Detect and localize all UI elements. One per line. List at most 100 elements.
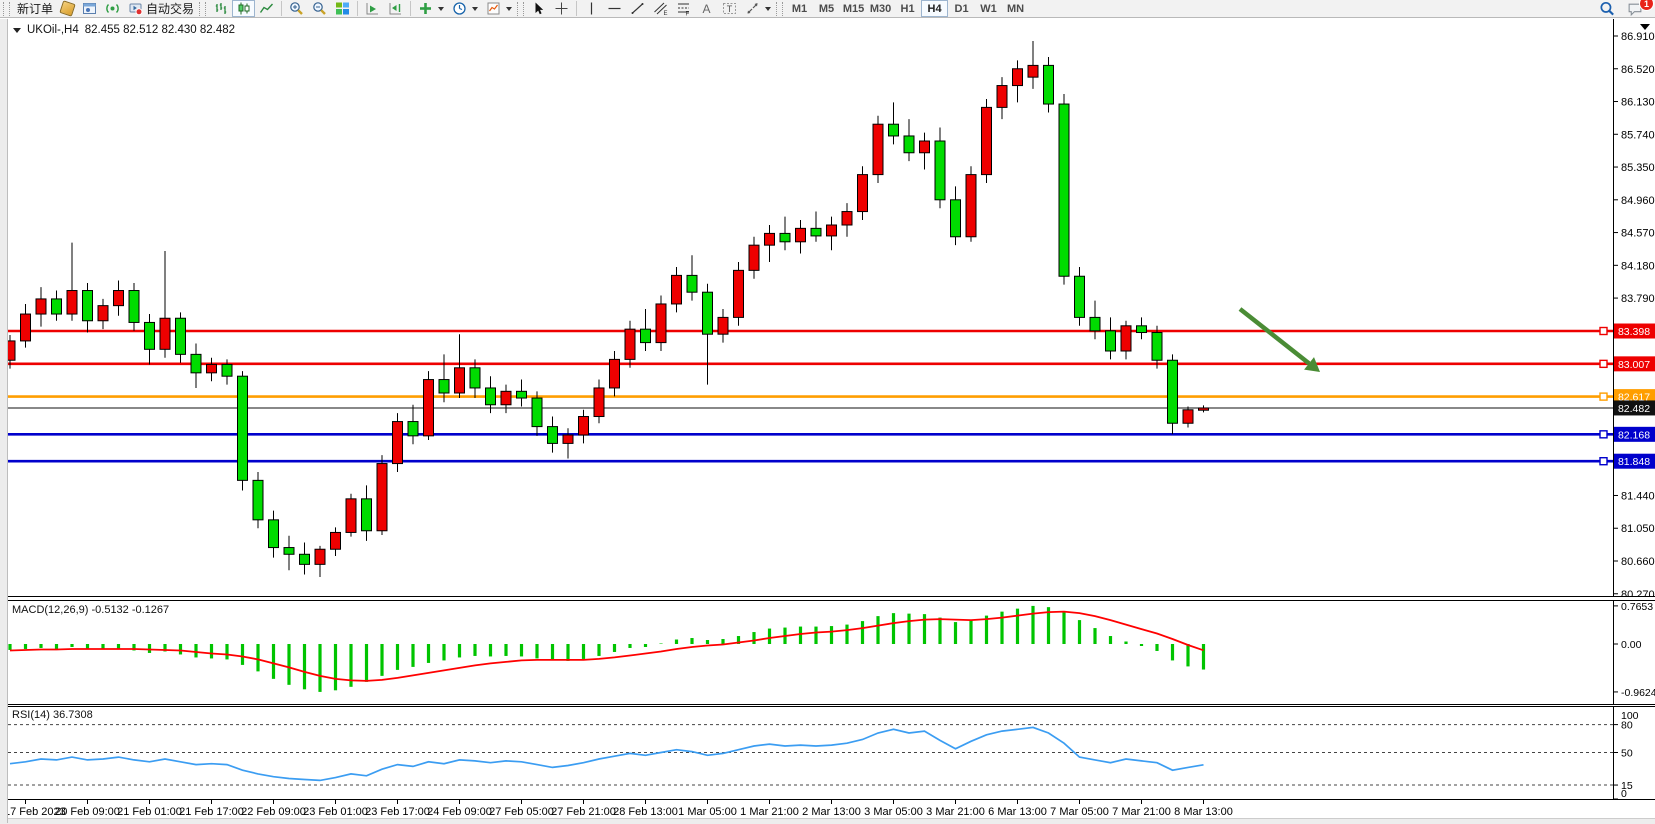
search-button[interactable] — [1595, 0, 1619, 17]
zoom-out-button[interactable] — [308, 0, 331, 17]
timeframe-m30-button[interactable]: M30 — [867, 0, 894, 17]
svg-text:84.180: 84.180 — [1621, 260, 1655, 272]
svg-text:0: 0 — [1621, 788, 1627, 799]
data-window-button[interactable] — [78, 0, 101, 17]
periods-button[interactable] — [448, 0, 482, 17]
toolbar-separator — [357, 1, 358, 16]
signal-button[interactable] — [101, 0, 124, 17]
search-icon — [1599, 1, 1615, 17]
cursor-button[interactable] — [527, 0, 550, 17]
svg-text:A: A — [703, 2, 711, 16]
rsi-pane[interactable]: 1008050150 — [0, 706, 1655, 799]
data-window-icon — [82, 1, 97, 16]
main-chart-pane[interactable]: 86.91086.52086.13085.74085.35084.96084.5… — [0, 19, 1655, 597]
market-watch-icon — [59, 0, 75, 16]
auto-trading-button[interactable]: 自动交易 — [124, 0, 198, 17]
macd-values: -0.5132 -0.1267 — [91, 604, 169, 616]
text-icon: A — [699, 1, 714, 16]
new-order-button[interactable]: 新订单 — [13, 0, 57, 17]
chart-collapse-icon[interactable] — [13, 28, 21, 33]
shapes-button[interactable] — [741, 0, 775, 17]
auto-scroll-button[interactable] — [361, 0, 384, 17]
candlestick-chart-button[interactable] — [232, 0, 255, 17]
svg-text:7 Mar 05:00: 7 Mar 05:00 — [1050, 806, 1109, 818]
auto-trading-label: 自动交易 — [146, 0, 194, 17]
macd-pane[interactable]: 0.76530.00-0.9624 — [0, 600, 1655, 705]
candlestick-chart-icon — [236, 1, 251, 16]
svg-text:23 Feb 01:00: 23 Feb 01:00 — [303, 806, 368, 818]
svg-text:85.740: 85.740 — [1621, 129, 1655, 141]
timeframe-m15-button[interactable]: M15 — [840, 0, 867, 17]
timeframe-w1-button[interactable]: W1 — [975, 0, 1002, 17]
vertical-line-icon — [584, 1, 599, 16]
toolbar-grip[interactable] — [199, 2, 206, 16]
bar-chart-icon — [213, 1, 228, 16]
svg-text:83.790: 83.790 — [1621, 293, 1655, 305]
svg-text:28 Feb 13:00: 28 Feb 13:00 — [613, 806, 678, 818]
svg-text:F: F — [686, 12, 690, 17]
left-strip — [0, 19, 8, 823]
templates-button[interactable] — [482, 0, 516, 17]
svg-text:8 Mar 13:00: 8 Mar 13:00 — [1174, 806, 1233, 818]
templates-icon — [486, 1, 501, 16]
notification-badge[interactable]: 1 — [1639, 0, 1654, 11]
fibonacci-button[interactable]: F — [672, 0, 695, 17]
tile-windows-icon — [335, 1, 350, 16]
toolbar-grip[interactable] — [776, 2, 783, 16]
chart-symbol-period: UKOil-,H4 — [27, 24, 79, 36]
macd-name: MACD(12,26,9) — [12, 604, 88, 616]
svg-text:27 Feb 05:00: 27 Feb 05:00 — [489, 806, 554, 818]
rsi-value: 36.7308 — [53, 709, 93, 721]
svg-text:81.848: 81.848 — [1618, 456, 1650, 468]
horizontal-line-button[interactable] — [603, 0, 626, 17]
svg-text:80: 80 — [1621, 720, 1633, 732]
shapes-arrows-icon — [745, 1, 760, 16]
timeframe-h1-button[interactable]: H1 — [894, 0, 921, 17]
cursor-icon — [531, 1, 546, 16]
svg-text:81.440: 81.440 — [1621, 490, 1655, 502]
svg-text:83.007: 83.007 — [1618, 359, 1650, 371]
svg-text:83.398: 83.398 — [1618, 326, 1650, 338]
vertical-line-button[interactable] — [580, 0, 603, 17]
svg-text:50: 50 — [1621, 748, 1633, 760]
crosshair-button[interactable] — [550, 0, 573, 17]
svg-text:T: T — [727, 4, 733, 14]
svg-text:22 Feb 09:00: 22 Feb 09:00 — [241, 806, 306, 818]
bar-chart-button[interactable] — [209, 0, 232, 17]
indicators-icon — [418, 1, 433, 16]
line-chart-button[interactable] — [255, 0, 278, 17]
toolbar-grip[interactable] — [3, 2, 10, 16]
svg-text:24 Feb 09:00: 24 Feb 09:00 — [427, 806, 492, 818]
dropdown-arrow — [438, 7, 444, 11]
text-button[interactable]: A — [695, 0, 718, 17]
svg-text:85.350: 85.350 — [1621, 162, 1655, 174]
svg-text:-0.9624: -0.9624 — [1621, 687, 1655, 699]
channel-button[interactable]: E — [649, 0, 672, 17]
zoom-in-button[interactable] — [285, 0, 308, 17]
chart-shift-button[interactable] — [384, 0, 407, 17]
svg-text:27 Feb 21:00: 27 Feb 21:00 — [551, 806, 616, 818]
timeframe-mn-button[interactable]: MN — [1002, 0, 1029, 17]
toolbar: 新订单 自动交易 — [0, 0, 1655, 18]
timeframe-d1-button[interactable]: D1 — [948, 0, 975, 17]
trendline-icon — [630, 1, 645, 16]
tile-windows-button[interactable] — [331, 0, 354, 17]
svg-text:0.7653: 0.7653 — [1621, 601, 1653, 613]
toolbar-grip[interactable] — [517, 2, 524, 16]
timeframe-m1-button[interactable]: M1 — [786, 0, 813, 17]
horizontal-line-icon — [607, 1, 622, 16]
label-icon: T — [722, 1, 737, 16]
timeframe-h4-button[interactable]: H4 — [921, 0, 948, 17]
macd-label: MACD(12,26,9) -0.5132 -0.1267 — [12, 604, 169, 616]
toolbar-separator — [410, 1, 411, 16]
label-button[interactable]: T — [718, 0, 741, 17]
auto-scroll-icon — [365, 1, 380, 16]
svg-text:7 Mar 21:00: 7 Mar 21:00 — [1112, 806, 1171, 818]
timeframe-m5-button[interactable]: M5 — [813, 0, 840, 17]
indicators-button[interactable] — [414, 0, 448, 17]
toolbar-separator — [281, 1, 282, 16]
market-watch-button[interactable] — [57, 0, 78, 17]
fibonacci-icon: F — [676, 1, 691, 16]
time-axis[interactable]: 17 Feb 202320 Feb 09:0021 Feb 01:0021 Fe… — [0, 799, 1655, 819]
trendline-button[interactable] — [626, 0, 649, 17]
